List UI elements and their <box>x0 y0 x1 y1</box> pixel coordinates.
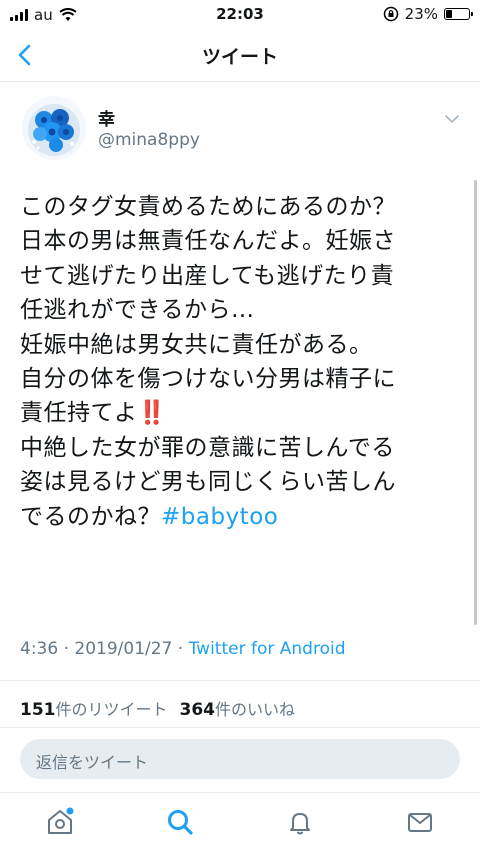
avatar[interactable] <box>22 96 86 160</box>
user-handle[interactable]: @mina8ppy <box>98 130 200 150</box>
retweet-label: 件のリツイート <box>55 700 168 719</box>
tab-bar <box>0 793 480 854</box>
chevron-down-icon[interactable] <box>444 114 460 124</box>
tweet-line: 任逃れができるから… <box>20 297 255 324</box>
status-right: 23% <box>383 5 473 23</box>
likes-stat[interactable]: 364件のいいね <box>179 700 296 720</box>
tweet-line-text: 責任持てよ <box>20 400 138 427</box>
orientation-lock-icon <box>383 6 398 22</box>
source-link[interactable]: Twitter for Android <box>189 639 346 659</box>
status-bar: au 22:03 23% <box>0 0 480 28</box>
reply-placeholder: 返信をツイート <box>36 753 149 772</box>
timestamp: 4:36 · 2019/01/27 · <box>20 639 189 659</box>
home-icon[interactable] <box>45 807 75 837</box>
tweet-line: このタグ女責めるためにあるのか？ <box>20 194 396 220</box>
tweet-line: 妊娠中絶は男女共に責任がある。 <box>20 331 373 358</box>
reply-input[interactable]: 返信をツイート <box>20 739 460 779</box>
tweet-line: 自分の体を傷つけない分男は精子に <box>20 366 396 393</box>
like-label: 件のいいね <box>215 700 296 719</box>
tweet-line: せて逃げたり出産しても逃げたり責 <box>20 262 395 289</box>
battery-percent: 23% <box>404 5 438 23</box>
blue-roses-image <box>22 96 86 160</box>
exclamation-emoji: ‼️ <box>137 400 167 427</box>
tweet-line-text: でるのかね？ <box>20 503 161 530</box>
tweet-line: でるのかね？#babytoo <box>20 500 460 534</box>
like-count: 364 <box>179 700 216 720</box>
display-name[interactable]: 幸 <box>98 105 115 130</box>
page-title: ツイート <box>201 46 278 68</box>
scrollbar[interactable] <box>474 180 477 625</box>
notifications-icon[interactable] <box>285 807 315 837</box>
tweet-text: このタグ女責めるためにあるのか？ 日本の男は無責任なんだよ。妊娠さ せて逃げたり… <box>20 190 460 534</box>
tweet-stats: 151件のリツイート 364件のいいね <box>20 696 295 720</box>
tweet-line: 中絶した女が罪の意識に苦しんでる <box>20 434 395 461</box>
retweets-stat[interactable]: 151件のリツイート <box>20 700 168 720</box>
tweet-header: 幸 @mina8ppy <box>22 96 462 166</box>
battery-icon <box>444 8 473 20</box>
navigation-bar: ツイート <box>0 28 480 82</box>
divider <box>0 727 480 728</box>
divider <box>0 680 480 681</box>
tweet-meta: 4:36 · 2019/01/27 · Twitter for Android <box>20 639 345 659</box>
tweet-line: 日本の男は無責任なんだよ。妊娠さ <box>20 228 396 255</box>
hashtag-link[interactable]: #babytoo <box>161 504 278 530</box>
battery-fill <box>446 10 452 18</box>
search-icon[interactable] <box>165 807 195 837</box>
tweet-line: 姿は見るけど男も同じくらい苦しん <box>20 469 396 496</box>
tweet-line: 責任持てよ‼️ <box>20 396 460 430</box>
messages-icon[interactable] <box>405 807 435 837</box>
retweet-count: 151 <box>20 700 56 720</box>
